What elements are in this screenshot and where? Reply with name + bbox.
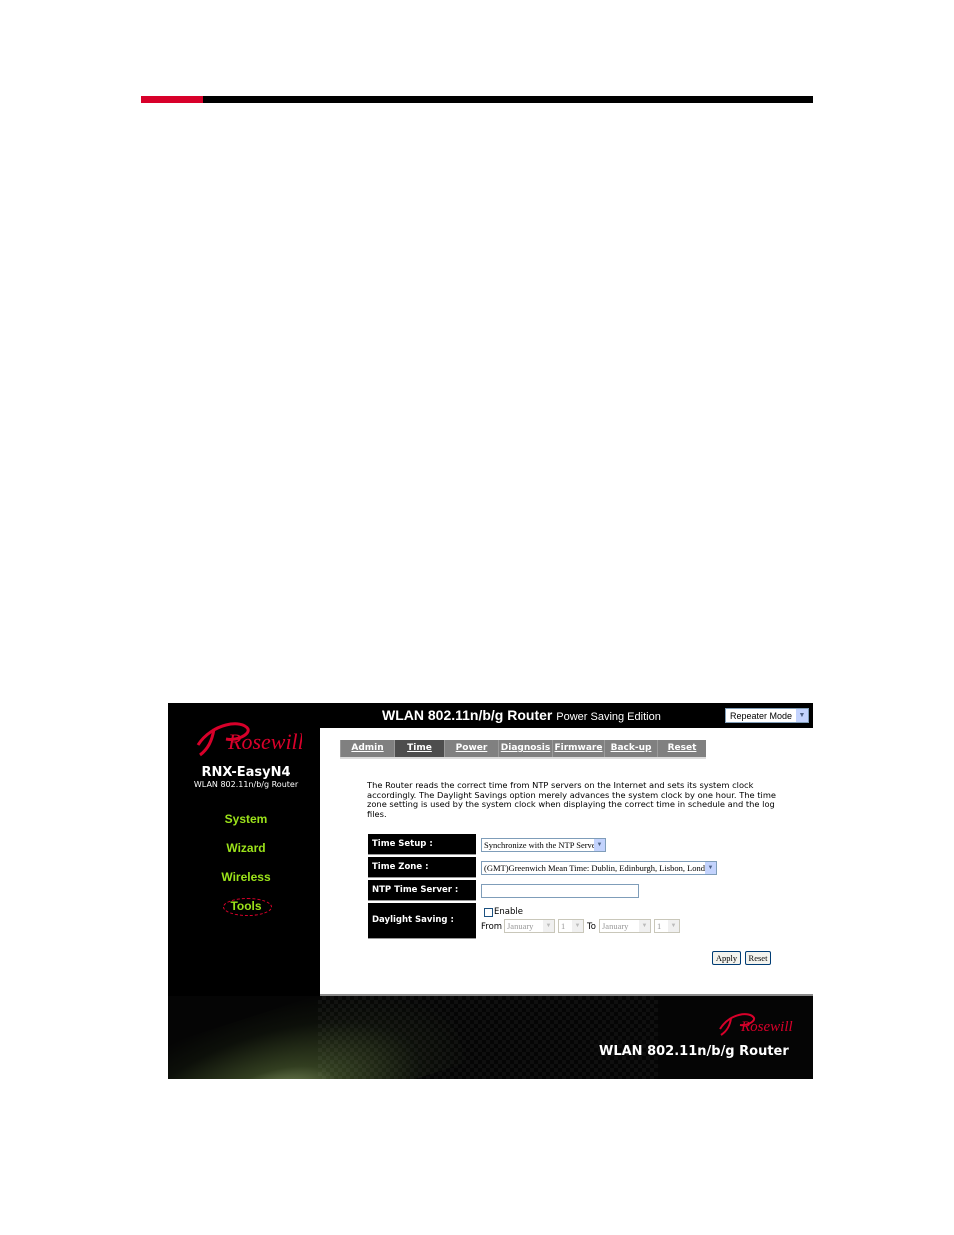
footer-title: WLAN 802.11n/b/g Router [599,1044,789,1059]
app-title: WLAN 802.11n/b/g Router Power Saving Edi… [382,707,661,723]
sidebar-item-wizard[interactable]: Wizard [168,838,324,867]
daylight-enable-label: Enable [494,907,523,917]
sidebar-item-wireless[interactable]: Wireless [168,867,324,896]
time-zone-select[interactable]: (GMT)Greenwich Mean Time: Dublin, Edinbu… [481,861,717,875]
sidebar: Rosewill RNX-EasyN4 WLAN 802.11n/b/g Rou… [168,703,320,996]
chevron-down-icon[interactable]: ▼ [594,839,605,851]
from-month-select[interactable]: January ▼ [504,919,555,933]
to-day-select[interactable]: 1 ▼ [654,919,680,933]
from-day-value: 1 [561,921,566,931]
mode-select[interactable]: Repeater Mode ▼ [725,708,809,723]
ntp-server-input[interactable] [481,884,639,898]
time-zone-value: (GMT)Greenwich Mean Time: Dublin, Edinbu… [484,863,714,873]
tab-firmware[interactable]: Firmware [552,740,604,757]
footer-logo-text: Rosewill [740,1019,793,1035]
tab-diagnosis[interactable]: Diagnosis [498,740,552,757]
chevron-down-icon[interactable]: ▼ [572,920,583,932]
active-highlight-ring [223,898,272,916]
content-panel: Admin Time Power Diagnosis Firmware Back… [320,728,813,996]
device-model: RNX-EasyN4 [201,765,291,780]
sidebar-nav: System Wizard Wireless Tools [168,809,324,925]
ntp-server-label: NTP Time Server : [368,880,476,901]
tab-time[interactable]: Time [394,740,444,757]
time-zone-label: Time Zone : [368,857,476,878]
chevron-down-icon[interactable]: ▼ [668,920,679,932]
from-label: From [481,922,503,932]
page-description: The Router reads the correct time from N… [367,780,777,819]
from-month-value: January [507,921,534,931]
to-month-value: January [602,921,629,931]
router-admin-screenshot: Rosewill RNX-EasyN4 WLAN 802.11n/b/g Rou… [168,703,813,1079]
sidebar-item-tools[interactable]: Tools [168,896,324,925]
tab-back-up[interactable]: Back-up [604,740,657,757]
daylight-saving-label: Daylight Saving : [368,903,476,939]
time-setup-select[interactable]: Synchronize with the NTP Server ▼ [481,838,606,852]
app-title-suffix: Power Saving Edition [556,711,661,723]
top-bar: WLAN 802.11n/b/g Router Power Saving Edi… [320,703,813,728]
sidebar-item-system[interactable]: System [168,809,324,838]
chevron-down-icon[interactable]: ▼ [705,862,716,874]
page-header-rule-accent [141,96,203,103]
footer-rosewill-logo: Rosewill [716,1009,796,1037]
chevron-down-icon[interactable]: ▼ [639,920,650,932]
daylight-enable-checkbox[interactable] [484,908,493,917]
page-header-rule [141,96,813,103]
tab-bar: Admin Time Power Diagnosis Firmware Back… [340,740,706,759]
time-setup-value: Synchronize with the NTP Server [484,840,599,850]
time-setup-label: Time Setup : [368,834,476,855]
chevron-down-icon[interactable]: ▼ [543,920,554,932]
to-month-select[interactable]: January ▼ [599,919,651,933]
sidebar-item-label: Wireless [221,870,271,884]
tab-admin[interactable]: Admin [340,740,394,757]
logo-text: Rosewill [227,729,302,754]
footer-banner: Rosewill WLAN 802.11n/b/g Router [168,996,813,1079]
mode-select-value: Repeater Mode [730,711,793,721]
tab-power[interactable]: Power [444,740,498,757]
footer-checker-pattern [318,996,658,1079]
apply-button[interactable]: Apply [712,951,741,965]
to-day-value: 1 [657,921,662,931]
to-label: To [587,922,596,932]
sidebar-item-label: System [224,812,268,826]
sidebar-item-label: Wizard [226,841,266,855]
tab-reset[interactable]: Reset [657,740,706,757]
reset-button[interactable]: Reset [745,951,771,965]
app-title-main: WLAN 802.11n/b/g Router [382,707,553,723]
from-day-select[interactable]: 1 ▼ [558,919,584,933]
device-subtitle: WLAN 802.11n/b/g Router [193,780,299,789]
chevron-down-icon[interactable]: ▼ [796,709,808,722]
rosewill-logo: Rosewill [192,715,304,759]
